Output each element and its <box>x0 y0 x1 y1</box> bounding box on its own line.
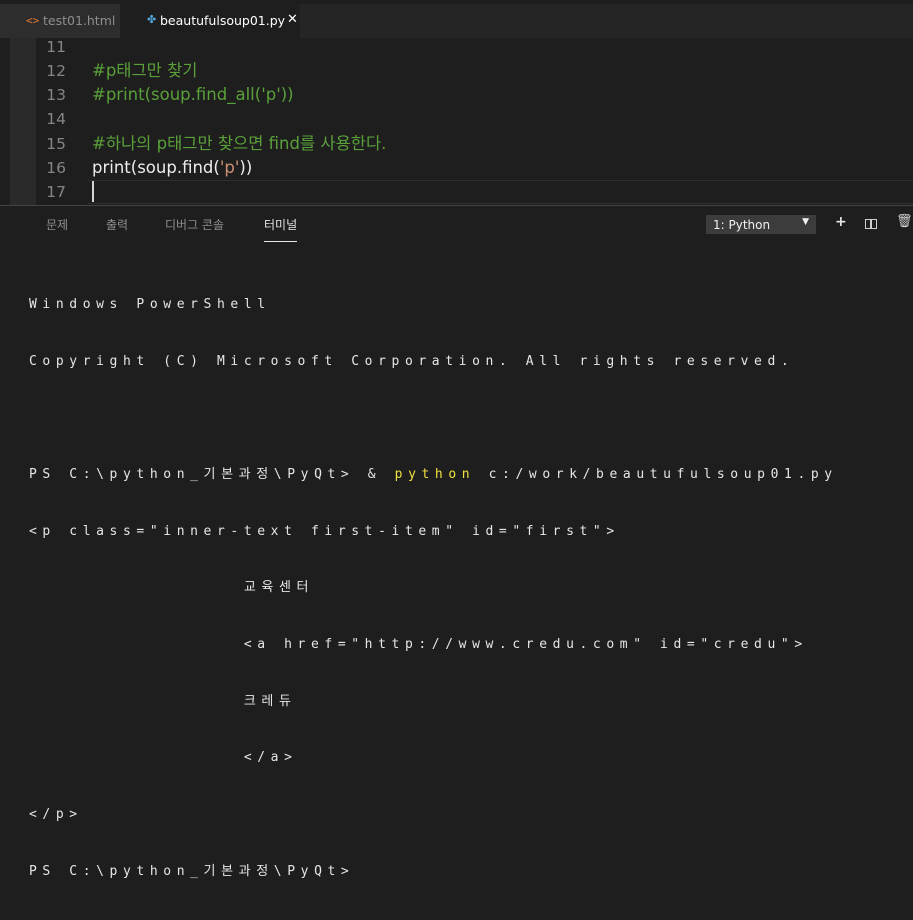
terminal-output[interactable]: Windows PowerShell Copyright (C) Microso… <box>29 258 838 920</box>
code-text: print(soup.find('p')) <box>92 156 252 180</box>
line-number: 17 <box>46 183 66 201</box>
line-number: 15 <box>46 135 66 153</box>
terminal-line: Windows PowerShell <box>29 296 271 312</box>
tab-debug-console[interactable]: 디버그 콘솔 <box>165 216 224 233</box>
code-line: 12 #p태그만 찾기 <box>0 59 913 83</box>
terminal-line: 교육센터 <box>29 580 315 596</box>
code-line: 11 <box>0 35 913 59</box>
code-token: print(soup.find( <box>92 158 220 177</box>
terminal-line: Copyright (C) Microsoft Corporation. All… <box>29 353 795 369</box>
code-line: 16 print(soup.find('p')) <box>0 156 913 180</box>
code-editor[interactable]: 11 12 #p태그만 찾기 13 #print(soup.find_all('… <box>0 38 913 205</box>
terminal-line: </p> <box>29 807 83 823</box>
terminal-command: python <box>394 466 476 482</box>
terminal-line: <a href="http://www.credu.com" id="credu… <box>29 637 808 653</box>
bottom-panel: 문제 출력 디버그 콘솔 터미널 1: Python ▼ + 🗑 Windows… <box>0 205 913 879</box>
line-number: 13 <box>46 86 66 104</box>
current-line-highlight <box>88 180 913 204</box>
code-string-token: 'p' <box>219 158 240 177</box>
line-number: 14 <box>46 110 66 128</box>
terminal-prompt: PS C:\python_기본과정\PyQt> & <box>29 466 395 482</box>
python-file-icon: ✤ <box>147 13 157 26</box>
tab-terminal[interactable]: 터미널 <box>264 216 298 242</box>
code-line: 15 #하나의 p태그만 찾으면 find를 사용한다. <box>0 132 913 156</box>
tab-output[interactable]: 출력 <box>106 216 128 233</box>
terminal-line: <p class="inner-text first-item" id="fir… <box>29 523 620 539</box>
terminal-line: </a> <box>29 750 298 766</box>
line-number: 12 <box>46 62 66 80</box>
split-terminal-icon[interactable] <box>865 219 877 229</box>
new-terminal-button[interactable]: + <box>835 214 847 230</box>
tab-test01-html[interactable]: <> test01.html <box>0 4 120 38</box>
tab-label: beautufulsoup01.py <box>160 13 286 28</box>
terminal-line: 크레듀 <box>29 693 297 709</box>
terminal-line: PS C:\python_기본과정\PyQt> <box>29 863 355 879</box>
line-number: 16 <box>46 159 66 177</box>
tab-bar-empty-area <box>300 4 913 38</box>
editor-tab-bar: <> test01.html ✤ beautufulsoup01.py ✕ <box>0 4 913 38</box>
terminal-select[interactable]: 1: Python ▼ <box>706 215 816 234</box>
code-token: )) <box>239 158 253 177</box>
tab-label: test01.html <box>43 13 116 28</box>
code-text: #하나의 p태그만 찾으면 find를 사용한다. <box>92 134 387 153</box>
dropdown-arrow-icon: ▼ <box>802 217 809 227</box>
text-cursor <box>92 181 94 202</box>
close-icon[interactable]: ✕ <box>287 12 298 27</box>
code-line: 14 <box>0 107 913 131</box>
trash-icon[interactable]: 🗑 <box>896 214 913 229</box>
code-text: #p태그만 찾기 <box>92 61 198 80</box>
line-number: 11 <box>46 38 66 56</box>
tab-problems[interactable]: 문제 <box>46 216 68 233</box>
code-text: #print(soup.find_all('p')) <box>92 85 294 104</box>
terminal-select-value: 1: Python <box>713 218 771 232</box>
html-file-icon: <> <box>26 14 40 27</box>
terminal-command-line: PS C:\python_기본과정\PyQt> & python c:/work… <box>29 466 838 485</box>
terminal-args: c:/work/beautufulsoup01.py <box>475 466 838 482</box>
tab-beautufulsoup01-py[interactable]: ✤ beautufulsoup01.py ✕ <box>120 4 300 38</box>
code-line: 13 #print(soup.find_all('p')) <box>0 83 913 107</box>
